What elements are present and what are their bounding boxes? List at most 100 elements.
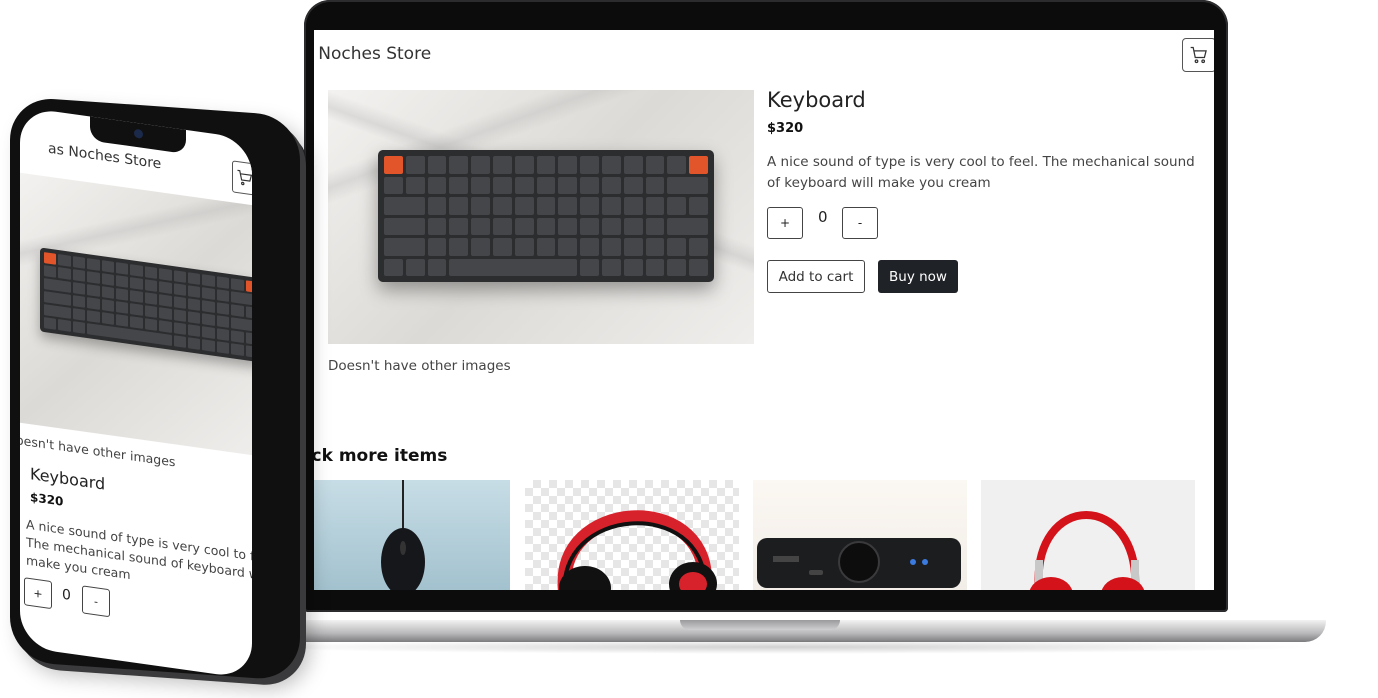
keyboard-key bbox=[187, 272, 201, 285]
keyboard-key bbox=[44, 278, 71, 293]
keyboard-key bbox=[449, 217, 469, 235]
keyboard-key bbox=[115, 275, 129, 288]
cart-icon bbox=[237, 169, 252, 186]
keyboard-key bbox=[72, 256, 86, 269]
cart-icon bbox=[1190, 46, 1207, 64]
keyboard-key bbox=[471, 156, 490, 174]
keyboard-key bbox=[667, 156, 687, 174]
keyboard-key bbox=[492, 176, 512, 194]
keyboard-key bbox=[72, 308, 86, 321]
red-headphones-white-bg-image bbox=[1029, 511, 1145, 590]
keyboard-key bbox=[427, 156, 447, 174]
keyboard-key bbox=[580, 176, 599, 194]
keyboard-key bbox=[245, 332, 252, 345]
more-item-mouse[interactable] bbox=[314, 480, 510, 590]
keyboard-key bbox=[159, 281, 172, 294]
keyboard-key bbox=[384, 197, 425, 215]
keyboard-key bbox=[115, 288, 129, 301]
add-to-cart-button[interactable]: Add to cart bbox=[767, 260, 865, 293]
keyboard-key bbox=[623, 197, 643, 215]
more-item-red-headphones[interactable] bbox=[525, 480, 739, 590]
keyboard-key bbox=[405, 176, 425, 194]
keyboard-key bbox=[623, 217, 643, 235]
keyboard-key bbox=[536, 156, 556, 174]
keyboard-key bbox=[492, 156, 512, 174]
keyboard-key bbox=[449, 258, 578, 276]
keyboard-key bbox=[144, 318, 158, 331]
keyboard-key bbox=[159, 307, 172, 320]
keyboard-key bbox=[384, 176, 403, 194]
keyboard-key bbox=[471, 197, 490, 215]
keyboard-key bbox=[492, 217, 512, 235]
keyboard-key bbox=[72, 321, 86, 334]
quantity-decrement-button[interactable]: - bbox=[842, 207, 878, 239]
keyboard-key bbox=[202, 300, 215, 313]
keyboard-key bbox=[44, 304, 71, 319]
keyboard-key bbox=[173, 322, 186, 335]
keyboard-key bbox=[580, 197, 599, 215]
keyboard-key bbox=[427, 258, 447, 276]
keyboard-key bbox=[216, 341, 230, 354]
keyboard-key bbox=[144, 292, 158, 305]
keyboard-key bbox=[187, 285, 201, 298]
keyboard-key bbox=[601, 217, 621, 235]
keyboard-key bbox=[101, 273, 114, 286]
keyboard-key bbox=[558, 217, 578, 235]
keyboard-key bbox=[130, 303, 143, 316]
keyboard-key bbox=[202, 287, 215, 300]
keyboard-key bbox=[87, 258, 100, 271]
keyboard-key bbox=[449, 176, 469, 194]
more-item-speaker-control[interactable] bbox=[753, 480, 967, 590]
keyboard-key bbox=[159, 268, 172, 281]
keyboard-key bbox=[101, 312, 114, 325]
keyboard-key bbox=[667, 238, 687, 256]
buy-now-button[interactable]: Buy now bbox=[878, 260, 958, 293]
keyboard-key bbox=[173, 335, 186, 348]
keyboard-key bbox=[558, 197, 578, 215]
red-headphones-image bbox=[557, 510, 717, 590]
keyboard-key bbox=[130, 264, 143, 277]
keyboard-key bbox=[580, 258, 599, 276]
keyboard-key bbox=[514, 156, 534, 174]
more-items-heading: eck more items bbox=[314, 446, 448, 466]
keyboard-key bbox=[144, 266, 158, 279]
keyboard-key bbox=[623, 238, 643, 256]
phone-quantity-increment-button[interactable]: + bbox=[24, 577, 52, 610]
keyboard-key bbox=[144, 305, 158, 318]
keyboard-key bbox=[87, 297, 100, 310]
keyboard-key bbox=[384, 156, 403, 174]
keyboard-key bbox=[173, 309, 186, 322]
keyboard-key bbox=[202, 274, 215, 287]
keyboard-key bbox=[58, 267, 71, 280]
keyboard-key bbox=[101, 299, 114, 312]
keyboard-key bbox=[159, 294, 172, 307]
phone-product-price: $320 bbox=[30, 490, 64, 509]
keyboard-key bbox=[245, 345, 252, 358]
keyboard-key bbox=[202, 326, 215, 339]
keyboard-key bbox=[58, 254, 71, 267]
more-item-red-headphones-2[interactable] bbox=[981, 480, 1195, 590]
keyboard-key bbox=[449, 156, 469, 174]
quantity-increment-button[interactable]: + bbox=[767, 207, 803, 239]
keyboard-key bbox=[115, 301, 129, 314]
cart-button[interactable] bbox=[1182, 38, 1214, 72]
phone-cart-button[interactable] bbox=[232, 160, 252, 196]
phone-quantity-decrement-button[interactable]: - bbox=[82, 585, 110, 618]
keyboard-key bbox=[202, 313, 215, 326]
laptop-hinge-notch bbox=[680, 620, 840, 630]
store-title[interactable]: s Noches Store bbox=[314, 44, 431, 64]
keyboard-key bbox=[667, 197, 687, 215]
product-price: $320 bbox=[767, 121, 804, 136]
keyboard-key bbox=[101, 286, 114, 299]
keyboard-key bbox=[689, 258, 708, 276]
keyboard-key bbox=[130, 290, 143, 303]
keyboard-key bbox=[449, 197, 469, 215]
keyboard-key bbox=[645, 197, 665, 215]
keyboard-key bbox=[245, 280, 252, 293]
phone-quantity-value: 0 bbox=[62, 586, 71, 604]
keyboard-key bbox=[44, 265, 57, 278]
keyboard-key bbox=[231, 278, 244, 291]
phone-screen: as Noches Store oesn't have other images… bbox=[20, 106, 252, 680]
keyboard-key bbox=[558, 176, 578, 194]
keyboard-key bbox=[130, 316, 143, 329]
